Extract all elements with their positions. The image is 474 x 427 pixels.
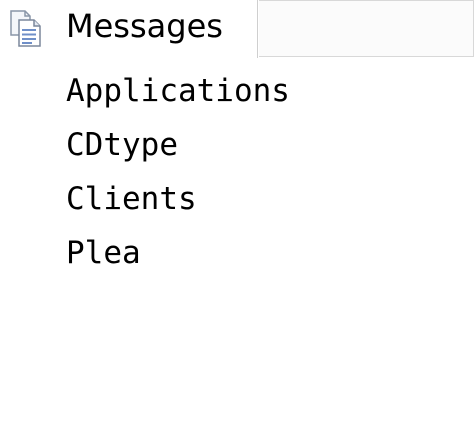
document-with-lines-icon <box>8 8 44 48</box>
message-line: CDtype <box>66 127 178 163</box>
results-tab-strip: Messages <box>0 0 474 58</box>
tab-messages[interactable]: Messages <box>0 0 258 58</box>
message-line: Plea <box>66 235 141 271</box>
tab-strip-empty-area <box>259 0 474 57</box>
tab-messages-label: Messages <box>66 7 223 45</box>
message-line: Applications <box>66 73 290 109</box>
message-line: Clients <box>66 181 197 217</box>
messages-output: Applications CDtype Clients Plea <box>66 64 290 280</box>
